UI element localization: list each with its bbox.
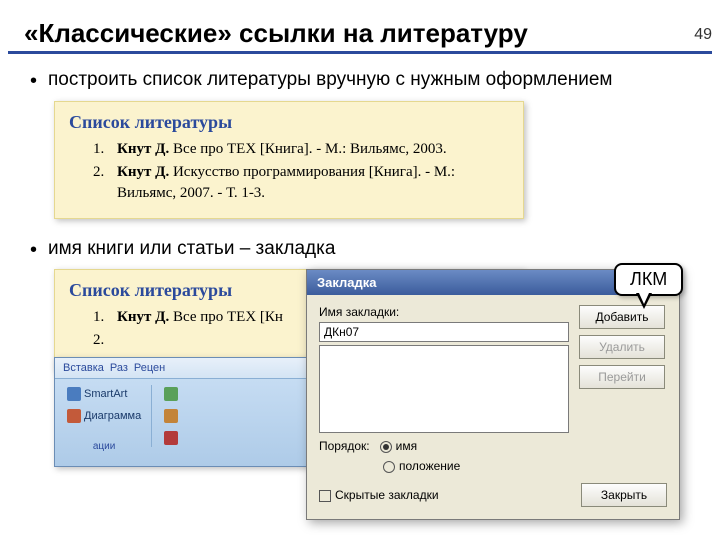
ribbon-group-label: ации [63, 429, 145, 452]
checkbox-icon [319, 490, 331, 502]
close-button[interactable]: Закрыть [581, 483, 667, 507]
title-underline [8, 51, 712, 54]
radio-label: имя [396, 439, 417, 453]
biblio-item: 1. Кнут Д. Все про TEX [Книга]. - М.: Ви… [93, 139, 509, 160]
order-label: Порядок: [319, 439, 370, 453]
lower-region: Список литературы 1. Кнут Д. Все про TEX… [0, 269, 720, 519]
generic-icon [164, 431, 178, 445]
bullet-1: построить список литературы вручную с ну… [30, 68, 696, 93]
ribbon-button[interactable] [160, 429, 182, 447]
biblio-item: 2. Кнут Д. Искусство программирования [К… [93, 162, 509, 204]
biblio-heading: Список литературы [69, 112, 509, 133]
check-label: Скрытые закладки [335, 488, 439, 502]
ribbon-label: SmartArt [84, 388, 127, 400]
ribbon-button[interactable] [160, 385, 182, 403]
ribbon-tab[interactable]: Вставка [63, 362, 104, 374]
callout-lkm: ЛКМ [614, 263, 683, 296]
ribbon-diagram-button[interactable]: Диаграмма [63, 407, 145, 425]
biblio-num: 2. [93, 330, 104, 351]
callout-tail [636, 293, 652, 309]
ribbon-fragment: Вставка Раз Рецен SmartArt Диаграмма аци… [54, 357, 314, 467]
ribbon-tab[interactable]: Рецен [134, 362, 165, 374]
diagram-icon [67, 409, 81, 423]
biblio-rest: Все про TEX [Кн [169, 309, 283, 325]
page-number: 49 [694, 26, 712, 44]
biblio-num: 1. [93, 307, 104, 328]
smartart-icon [67, 387, 81, 401]
ribbon-tab[interactable]: Раз [110, 362, 128, 374]
slide-title: «Классические» ссылки на литературу [24, 18, 720, 49]
bookmark-dialog: Закладка Имя закладки: Порядок: имя поло… [306, 269, 680, 520]
bookmark-list[interactable] [319, 345, 569, 433]
biblio-author: Кнут Д. [117, 141, 169, 157]
ribbon-tabs: Вставка Раз Рецен [55, 358, 313, 379]
hidden-bookmarks-check[interactable]: Скрытые закладки [319, 488, 439, 502]
ribbon-button[interactable] [160, 407, 182, 425]
ribbon-label: Диаграмма [84, 410, 141, 422]
bullet-2: имя книги или статьи – закладка [30, 237, 696, 262]
generic-icon [164, 387, 178, 401]
biblio-author: Кнут Д. [117, 164, 169, 180]
biblio-num: 1. [93, 139, 104, 160]
radio-by-position[interactable]: положение [383, 459, 460, 473]
biblio-author: Кнут Д. [117, 309, 169, 325]
biblio-num: 2. [93, 162, 104, 183]
radio-label: положение [399, 459, 460, 473]
generic-icon [164, 409, 178, 423]
radio-icon [380, 441, 392, 453]
goto-button[interactable]: Перейти [579, 365, 665, 389]
bookmark-name-label: Имя закладки: [319, 305, 569, 319]
bookmark-name-input[interactable] [319, 322, 569, 342]
add-button[interactable]: Добавить [579, 305, 665, 329]
bibliography-box-1: Список литературы 1. Кнут Д. Все про TEX… [54, 101, 524, 219]
order-row-2: положение [319, 459, 569, 473]
radio-by-name[interactable]: имя [380, 439, 417, 453]
order-row: Порядок: имя [319, 439, 569, 453]
delete-button[interactable]: Удалить [579, 335, 665, 359]
radio-icon [383, 461, 395, 473]
biblio-rest: Все про TEX [Книга]. - М.: Вильямс, 2003… [169, 141, 446, 157]
ribbon-smartart-button[interactable]: SmartArt [63, 385, 145, 403]
